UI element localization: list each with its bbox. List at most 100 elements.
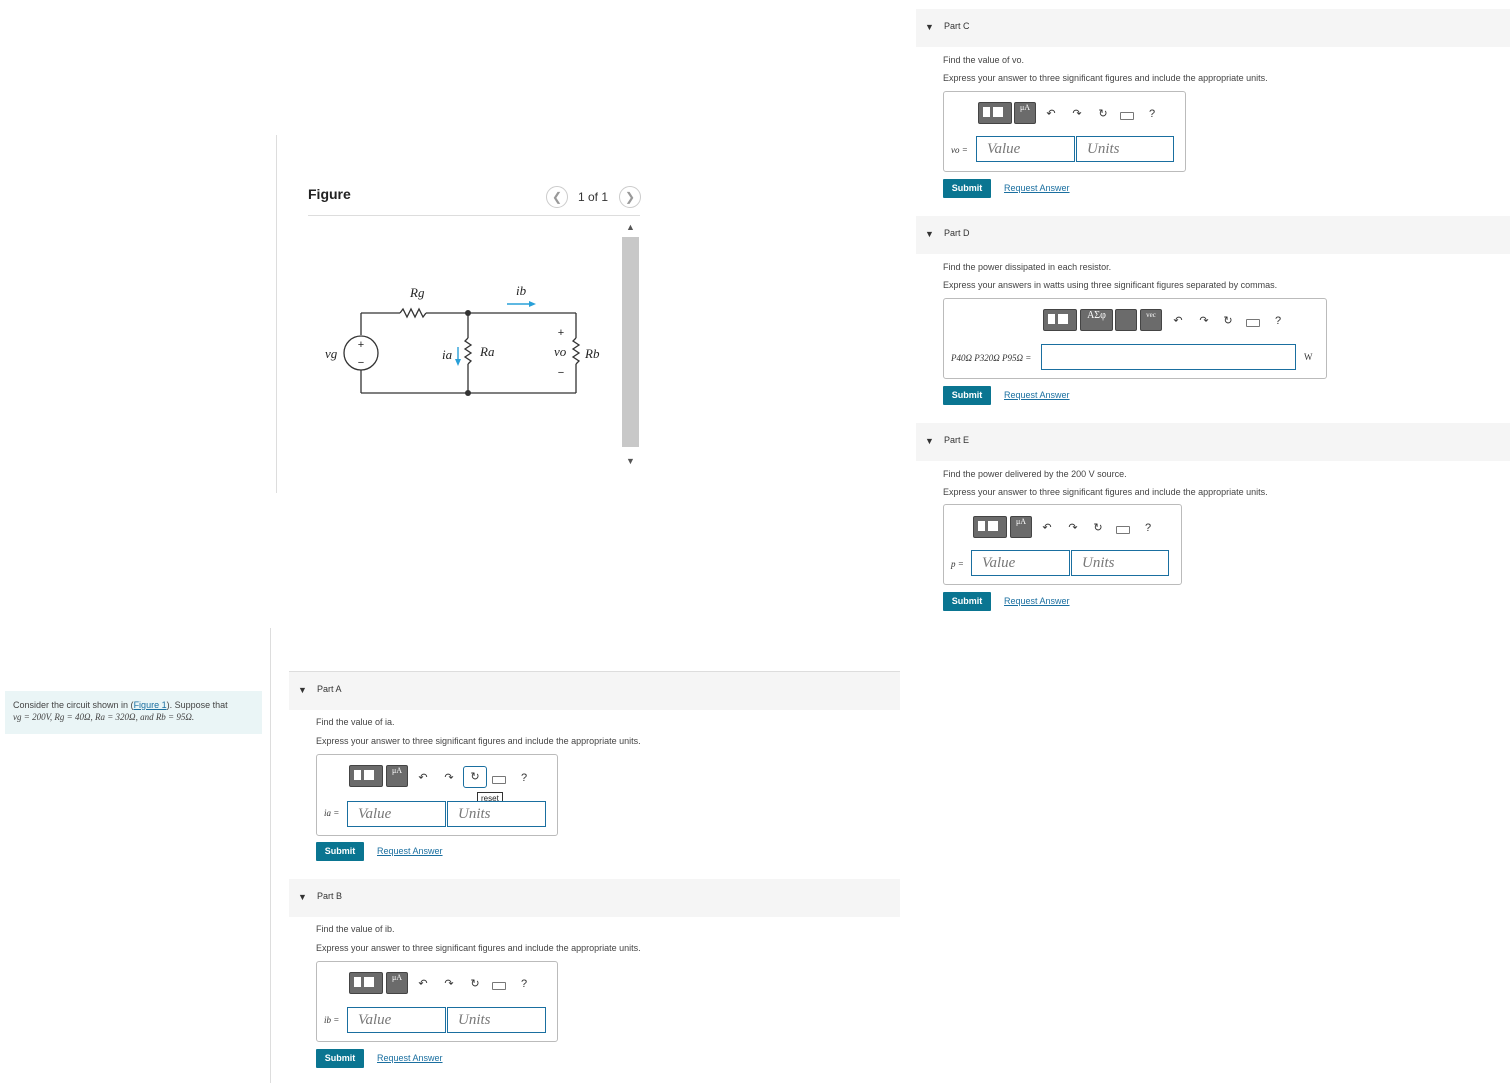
collapse-icon: ▼: [925, 22, 934, 32]
reset-icon[interactable]: ↻: [468, 977, 482, 990]
templates-icon[interactable]: [349, 972, 383, 994]
redo-icon[interactable]: ↷: [1197, 314, 1211, 327]
templates-icon[interactable]: [349, 765, 383, 787]
keyboard-icon[interactable]: [1116, 526, 1130, 534]
label-ia: ia: [442, 347, 453, 362]
part-b-instructions: Express your answer to three significant…: [316, 943, 641, 953]
collapse-icon: ▼: [298, 892, 307, 902]
undo-icon[interactable]: ↶: [1171, 314, 1185, 327]
part-c-question: Find the value of vo.: [943, 55, 1025, 65]
redo-icon[interactable]: ↷: [442, 771, 456, 784]
part-e-units-input[interactable]: Units: [1071, 550, 1169, 576]
part-c-submit-button[interactable]: Submit: [943, 179, 991, 198]
label-vo: vo: [554, 344, 567, 359]
part-a-header[interactable]: ▼ Part A: [289, 672, 900, 710]
keyboard-icon[interactable]: [1120, 112, 1134, 120]
part-c-var-label: vo =: [951, 145, 968, 155]
help-icon[interactable]: ?: [1145, 108, 1159, 120]
help-icon[interactable]: ?: [1141, 522, 1155, 534]
keyboard-icon[interactable]: [492, 776, 506, 784]
divider: [276, 135, 277, 493]
collapse-icon: ▼: [925, 229, 934, 239]
templates-icon[interactable]: [1043, 309, 1077, 331]
next-figure-button[interactable]: ❯: [619, 186, 641, 208]
figure-separator: [308, 215, 640, 216]
part-a-units-input[interactable]: Units: [447, 801, 546, 827]
units-icon[interactable]: μA: [386, 765, 408, 787]
part-c-header[interactable]: ▼ Part C: [916, 9, 1510, 47]
part-e-instructions: Express your answer to three significant…: [943, 487, 1268, 497]
vector-icon[interactable]: vec: [1140, 309, 1162, 331]
subscript-icon[interactable]: [1115, 309, 1137, 331]
help-icon[interactable]: ?: [517, 978, 531, 990]
part-a-request-answer-link[interactable]: Request Answer: [377, 846, 443, 856]
part-d-question: Find the power dissipated in each resist…: [943, 262, 1112, 272]
part-b-question: Find the value of ib.: [316, 924, 395, 934]
figure-link[interactable]: Figure 1: [134, 700, 167, 710]
part-a-instructions: Express your answer to three significant…: [316, 736, 641, 746]
figure-pager: 1 of 1: [578, 190, 609, 204]
ia-arrow: [455, 359, 461, 366]
undo-icon[interactable]: ↶: [416, 977, 430, 990]
undo-icon[interactable]: ↶: [1040, 521, 1054, 534]
part-a-var-label: ia =: [324, 808, 340, 818]
scroll-up-arrow[interactable]: ▲: [622, 222, 639, 232]
label-ra: Ra: [479, 344, 495, 359]
reset-icon[interactable]: ↻: [1221, 314, 1235, 327]
part-b-value-input[interactable]: Value: [347, 1007, 446, 1033]
part-a-submit-button[interactable]: Submit: [316, 842, 364, 861]
part-a-label: Part A: [317, 684, 342, 694]
keyboard-icon[interactable]: [492, 982, 506, 990]
label-rg: Rg: [409, 285, 425, 300]
part-e-request-answer-link[interactable]: Request Answer: [1004, 596, 1070, 606]
part-d-answer-input[interactable]: [1041, 344, 1296, 370]
part-e-header[interactable]: ▼ Part E: [916, 423, 1510, 461]
part-e-submit-button[interactable]: Submit: [943, 592, 991, 611]
part-e-var-label: p =: [951, 559, 964, 569]
redo-icon[interactable]: ↷: [1066, 521, 1080, 534]
help-icon[interactable]: ?: [517, 772, 531, 784]
node-bottom: [465, 390, 471, 396]
units-icon[interactable]: μA: [1014, 102, 1036, 124]
scroll-down-arrow[interactable]: ▼: [622, 456, 639, 466]
help-icon[interactable]: ?: [1271, 315, 1285, 327]
part-c-instructions: Express your answer to three significant…: [943, 73, 1268, 83]
part-b-submit-button[interactable]: Submit: [316, 1049, 364, 1068]
reset-icon[interactable]: ↻: [468, 770, 482, 783]
part-d-unit-label: W: [1304, 352, 1313, 362]
keyboard-icon[interactable]: [1246, 319, 1260, 327]
part-c-units-input[interactable]: Units: [1076, 136, 1174, 162]
part-d-submit-button[interactable]: Submit: [943, 386, 991, 405]
part-b-label: Part B: [317, 891, 343, 901]
units-icon[interactable]: μA: [386, 972, 408, 994]
part-a-value-input[interactable]: Value: [347, 801, 446, 827]
figure-scrollbar[interactable]: [622, 237, 639, 447]
part-b-var-label: ib =: [324, 1015, 340, 1025]
part-c-value-input[interactable]: Value: [976, 136, 1075, 162]
redo-icon[interactable]: ↷: [1070, 107, 1084, 120]
part-b-units-input[interactable]: Units: [447, 1007, 546, 1033]
prev-figure-button[interactable]: ❮: [546, 186, 568, 208]
part-e-question: Find the power delivered by the 200 V so…: [943, 469, 1127, 479]
label-rb: Rb: [584, 346, 600, 361]
undo-icon[interactable]: ↶: [1044, 107, 1058, 120]
figure-title: Figure: [308, 186, 351, 202]
reset-icon[interactable]: ↻: [1091, 521, 1105, 534]
redo-icon[interactable]: ↷: [442, 977, 456, 990]
part-c-label: Part C: [944, 21, 970, 31]
part-b-header[interactable]: ▼ Part B: [289, 879, 900, 917]
vo-plus: +: [558, 327, 564, 339]
vo-minus: −: [558, 367, 564, 379]
reset-icon[interactable]: ↻: [1096, 107, 1110, 120]
part-d-header[interactable]: ▼ Part D: [916, 216, 1510, 254]
part-b-request-answer-link[interactable]: Request Answer: [377, 1053, 443, 1063]
greek-symbols-icon[interactable]: ΑΣφ: [1080, 309, 1113, 331]
undo-icon[interactable]: ↶: [416, 771, 430, 784]
units-icon[interactable]: μA: [1010, 516, 1032, 538]
label-vg: vg: [325, 346, 338, 361]
templates-icon[interactable]: [973, 516, 1007, 538]
part-c-request-answer-link[interactable]: Request Answer: [1004, 183, 1070, 193]
part-e-value-input[interactable]: Value: [971, 550, 1070, 576]
part-d-request-answer-link[interactable]: Request Answer: [1004, 390, 1070, 400]
templates-icon[interactable]: [978, 102, 1012, 124]
